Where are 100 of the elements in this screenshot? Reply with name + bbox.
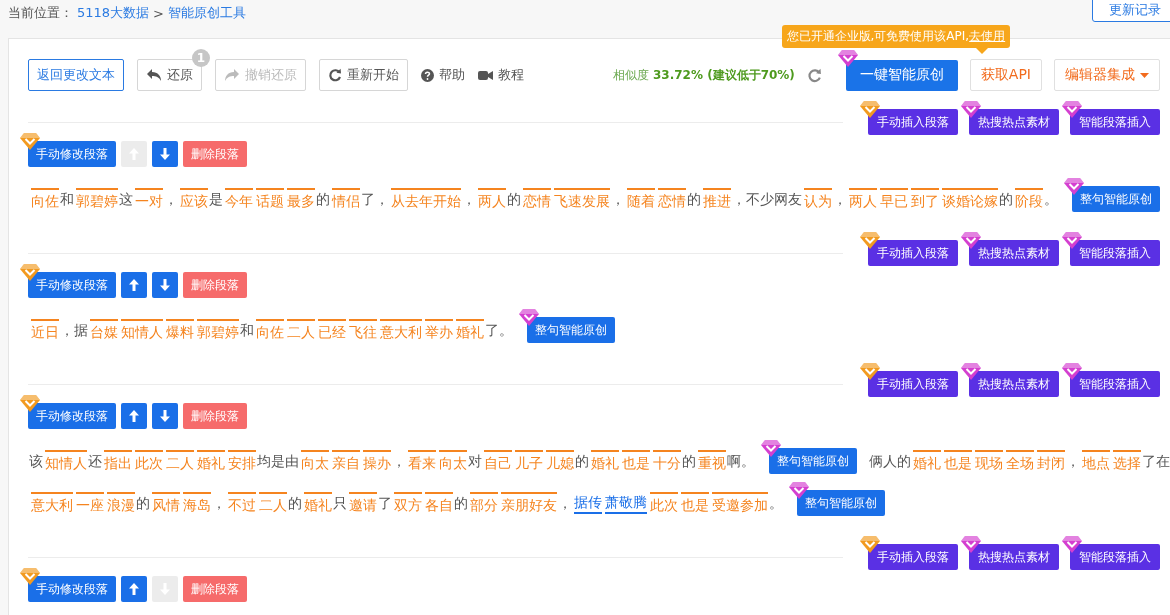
replaced-word[interactable]: 向佐 xyxy=(30,187,59,211)
replaced-word[interactable]: 知情人 xyxy=(120,318,163,342)
replaced-word[interactable]: 浪漫 xyxy=(106,491,135,515)
replaced-word[interactable]: 已经 xyxy=(317,318,346,342)
delete-paragraph-button[interactable]: 删除段落 xyxy=(183,576,247,602)
insert-paragraph-button[interactable]: 手动插入段落 xyxy=(868,109,958,135)
replaced-word[interactable]: 知情人 xyxy=(44,449,87,473)
replaced-word[interactable]: 飞往 xyxy=(348,318,377,342)
replaced-word[interactable]: 今年 xyxy=(224,187,253,211)
insert-paragraph-button[interactable]: 智能段落插入 xyxy=(1070,371,1160,397)
replaced-word[interactable]: 二人 xyxy=(258,491,287,515)
replaced-word[interactable]: 随着 xyxy=(626,187,655,211)
replaced-word[interactable]: 婚礼 xyxy=(196,449,225,473)
replaced-word[interactable]: 两人 xyxy=(848,187,877,211)
replaced-word[interactable]: 此次 xyxy=(649,491,678,515)
help-link[interactable]: 帮助 xyxy=(421,66,465,84)
replaced-word[interactable]: 飞速发展 xyxy=(553,187,610,211)
insert-paragraph-button[interactable]: 热搜热点素材 xyxy=(969,544,1059,570)
replaced-word[interactable]: 自己 xyxy=(483,449,512,473)
insert-paragraph-button[interactable]: 热搜热点素材 xyxy=(969,109,1059,135)
delete-paragraph-button[interactable]: 删除段落 xyxy=(183,272,247,298)
linked-word[interactable]: 据传 xyxy=(573,492,602,514)
replaced-word[interactable]: 最多 xyxy=(286,187,315,211)
one-click-rewrite-button[interactable]: 一键智能原创 xyxy=(845,59,958,91)
replaced-word[interactable]: 儿子 xyxy=(514,449,543,473)
replaced-word[interactable]: 海岛 xyxy=(182,491,211,515)
replaced-word[interactable]: 也是 xyxy=(621,449,650,473)
replaced-word[interactable]: 谈婚论嫁 xyxy=(941,187,998,211)
replaced-word[interactable]: 意大利 xyxy=(30,491,73,515)
get-api-button[interactable]: 获取API xyxy=(969,59,1042,91)
replaced-word[interactable]: 此次 xyxy=(134,449,163,473)
replaced-word[interactable]: 重视 xyxy=(697,449,726,473)
replaced-word[interactable]: 地点 xyxy=(1081,449,1110,473)
move-down-button[interactable] xyxy=(152,141,178,167)
replaced-word[interactable]: 全场 xyxy=(1005,449,1034,473)
replaced-word[interactable]: 意大利 xyxy=(379,318,422,342)
replaced-word[interactable]: 向太 xyxy=(438,449,467,473)
replaced-word[interactable]: 到了 xyxy=(910,187,939,211)
replaced-word[interactable]: 部分 xyxy=(469,491,498,515)
replaced-word[interactable]: 婚礼 xyxy=(590,449,619,473)
edit-paragraph-button[interactable]: 手动修改段落 xyxy=(28,141,116,167)
replaced-word[interactable]: 看来 xyxy=(407,449,436,473)
update-log-button[interactable]: 更新记录 xyxy=(1092,0,1170,22)
breadcrumb-link[interactable]: 5118大数据 xyxy=(77,4,150,22)
insert-paragraph-button[interactable]: 手动插入段落 xyxy=(868,371,958,397)
insert-paragraph-button[interactable]: 智能段落插入 xyxy=(1070,109,1160,135)
restart-button[interactable]: 重新开始 xyxy=(319,59,408,91)
tooltip-link[interactable]: 去使用 xyxy=(969,27,1006,45)
replaced-word[interactable]: 封闭 xyxy=(1036,449,1065,473)
tutorial-link[interactable]: 教程 xyxy=(478,66,524,84)
insert-paragraph-button[interactable]: 手动插入段落 xyxy=(868,544,958,570)
replaced-word[interactable]: 安排 xyxy=(227,449,256,473)
sentence-rewrite-button[interactable]: 整句智能原创 xyxy=(769,448,857,474)
replaced-word[interactable]: 指出 xyxy=(103,449,132,473)
replaced-word[interactable]: 向太 xyxy=(300,449,329,473)
replaced-word[interactable]: 一对 xyxy=(134,187,163,211)
replaced-word[interactable]: 应该 xyxy=(179,187,208,211)
replaced-word[interactable]: 也是 xyxy=(680,491,709,515)
replaced-word[interactable]: 爆料 xyxy=(165,318,194,342)
move-up-button[interactable] xyxy=(121,272,147,298)
replaced-word[interactable]: 从去年开始 xyxy=(390,187,461,211)
replaced-word[interactable]: 郭碧婷 xyxy=(75,187,118,211)
replaced-word[interactable]: 情侣 xyxy=(331,187,360,211)
delete-paragraph-button[interactable]: 删除段落 xyxy=(183,403,247,429)
replaced-word[interactable]: 二人 xyxy=(165,449,194,473)
replaced-word[interactable]: 也是 xyxy=(943,449,972,473)
replaced-word[interactable]: 风情 xyxy=(151,491,180,515)
replaced-word[interactable]: 十分 xyxy=(652,449,681,473)
insert-paragraph-button[interactable]: 热搜热点素材 xyxy=(969,371,1059,397)
replaced-word[interactable]: 认为 xyxy=(803,187,832,211)
replaced-word[interactable]: 婚礼 xyxy=(455,318,484,342)
sentence-rewrite-button[interactable]: 整句智能原创 xyxy=(527,317,615,343)
replaced-word[interactable]: 婚礼 xyxy=(912,449,941,473)
replaced-word[interactable]: 二人 xyxy=(286,318,315,342)
replaced-word[interactable]: 恋情 xyxy=(657,187,686,211)
sentence-rewrite-button[interactable]: 整句智能原创 xyxy=(797,490,885,516)
insert-paragraph-button[interactable]: 智能段落插入 xyxy=(1070,544,1160,570)
move-down-button[interactable] xyxy=(152,403,178,429)
move-up-button[interactable] xyxy=(121,576,147,602)
replaced-word[interactable]: 双方 xyxy=(393,491,422,515)
replaced-word[interactable]: 阶段 xyxy=(1014,187,1043,211)
replaced-word[interactable]: 受邀参加 xyxy=(711,491,768,515)
replaced-word[interactable]: 邀请 xyxy=(348,491,377,515)
replaced-word[interactable]: 操办 xyxy=(362,449,391,473)
back-button[interactable]: 返回更改文本 xyxy=(28,59,124,91)
replaced-word[interactable]: 一座 xyxy=(75,491,104,515)
insert-paragraph-button[interactable]: 手动插入段落 xyxy=(868,240,958,266)
delete-paragraph-button[interactable]: 删除段落 xyxy=(183,141,247,167)
breadcrumb-link[interactable]: 智能原创工具 xyxy=(168,4,246,22)
move-up-button[interactable] xyxy=(121,403,147,429)
replaced-word[interactable]: 儿媳 xyxy=(545,449,574,473)
replaced-word[interactable]: 向佐 xyxy=(255,318,284,342)
replaced-word[interactable]: 早已 xyxy=(879,187,908,211)
replaced-word[interactable]: 郭碧婷 xyxy=(196,318,239,342)
edit-paragraph-button[interactable]: 手动修改段落 xyxy=(28,272,116,298)
replaced-word[interactable]: 近日 xyxy=(30,318,59,342)
insert-paragraph-button[interactable]: 热搜热点素材 xyxy=(969,240,1059,266)
sentence-rewrite-button[interactable]: 整句智能原创 xyxy=(1072,186,1160,212)
replaced-word[interactable]: 婚礼 xyxy=(303,491,332,515)
refresh-icon[interactable] xyxy=(806,67,822,83)
